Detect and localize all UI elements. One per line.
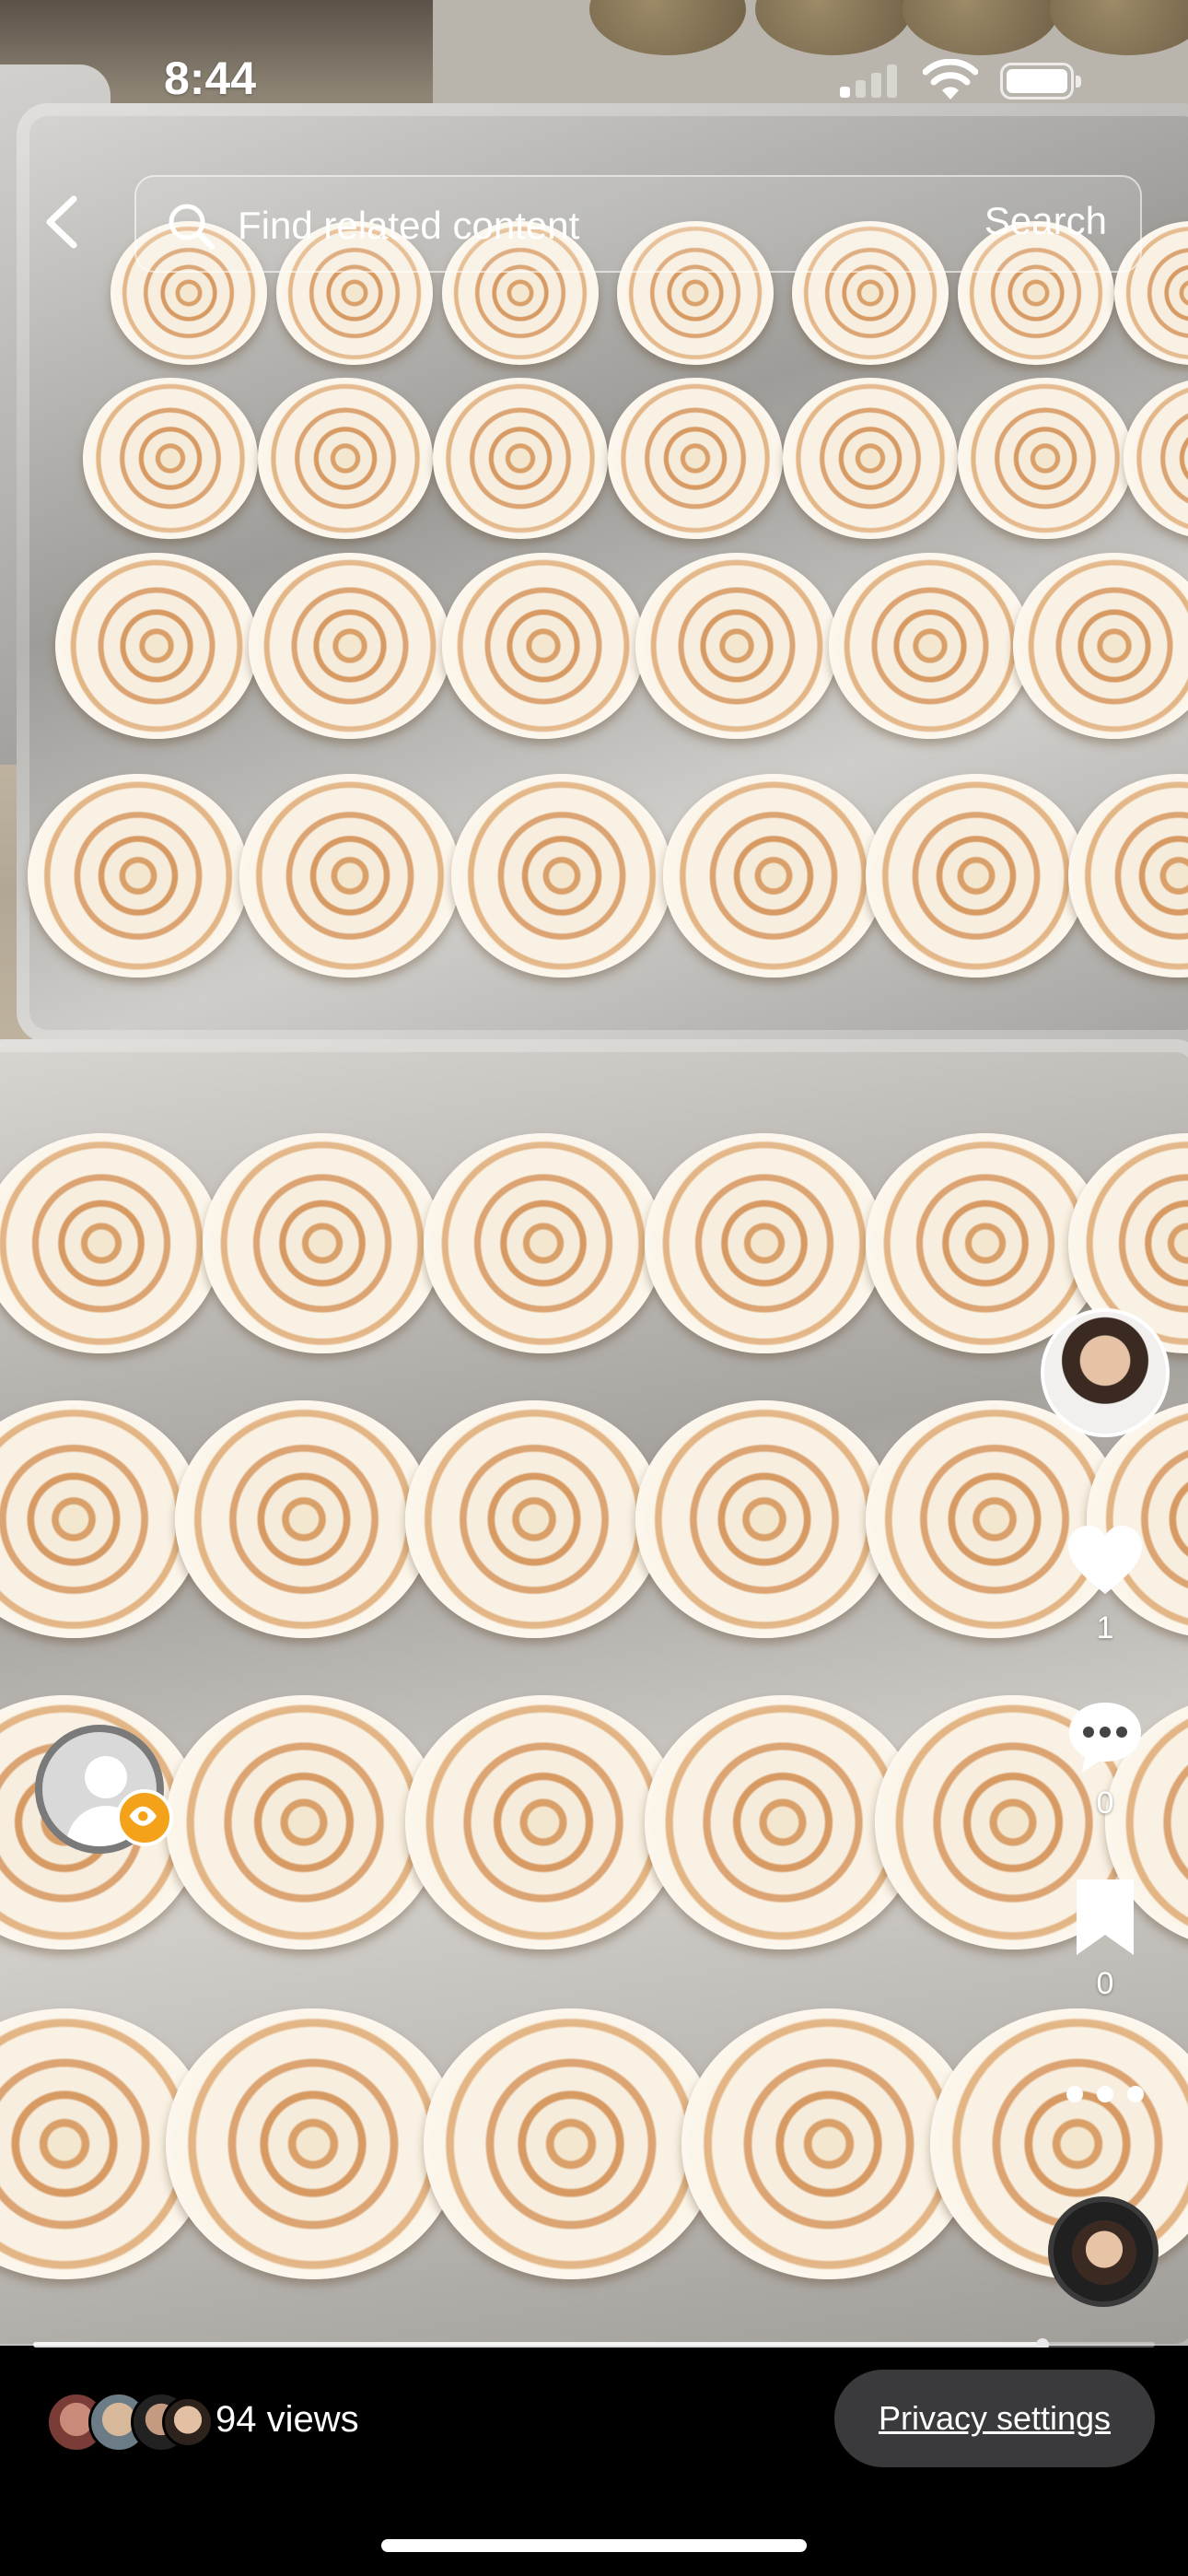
comment-count: 0: [1096, 1786, 1114, 1821]
views-count: 94 views: [215, 2399, 359, 2440]
cinnamon-roll: [175, 1400, 433, 1638]
creator-mini-avatar[interactable]: [1048, 2196, 1159, 2307]
heart-icon[interactable]: [1064, 1520, 1147, 1603]
save-count: 0: [1096, 1966, 1114, 2001]
battery-icon: [1000, 63, 1081, 100]
cinnamon-roll: [635, 553, 838, 739]
cinnamon-roll: [55, 553, 258, 739]
cinnamon-roll: [405, 1400, 663, 1638]
cinnamon-roll: [635, 1400, 893, 1638]
cinnamon-roll: [663, 774, 884, 978]
save-action[interactable]: 0: [1050, 1876, 1160, 2002]
cinnamon-roll: [405, 1695, 681, 1950]
like-action[interactable]: 1: [1050, 1520, 1160, 1646]
viewer-avatars[interactable]: [46, 2392, 214, 2456]
cinnamon-roll: [829, 553, 1031, 739]
eye-icon: [116, 1789, 173, 1846]
status-bar: 8:44: [0, 0, 1188, 138]
cinnamon-roll: [442, 553, 645, 739]
comment-action[interactable]: 0: [1050, 1695, 1160, 1821]
signal-icon: [840, 64, 899, 98]
cinnamon-roll: [433, 378, 608, 539]
cinnamon-roll: [83, 378, 258, 539]
status-time: 8:44: [164, 53, 257, 104]
privacy-settings-button[interactable]: Privacy settings: [834, 2370, 1155, 2467]
cinnamon-roll: [783, 378, 958, 539]
comment-icon[interactable]: [1064, 1695, 1147, 1778]
cinnamon-roll: [424, 1133, 663, 1353]
cinnamon-roll: [203, 1133, 442, 1353]
search-bar[interactable]: Search: [134, 175, 1142, 273]
video-player[interactable]: [0, 0, 1188, 2346]
search-icon: [169, 204, 215, 250]
cinnamon-roll: [608, 378, 783, 539]
cinnamon-roll: [258, 378, 433, 539]
creator-avatar[interactable]: [1041, 1308, 1170, 1437]
cinnamon-roll: [166, 2008, 460, 2279]
wifi-icon: [923, 59, 978, 100]
cinnamon-roll: [166, 1695, 442, 1950]
cinnamon-roll: [239, 774, 460, 978]
cinnamon-roll: [645, 1133, 884, 1353]
cinnamon-roll: [28, 774, 249, 978]
more-icon[interactable]: [1066, 2075, 1144, 2112]
search-button[interactable]: Search: [984, 199, 1107, 243]
cinnamon-roll: [249, 553, 451, 739]
search-input[interactable]: [238, 199, 938, 252]
back-chevron-icon[interactable]: [37, 190, 88, 254]
home-indicator: [381, 2539, 807, 2552]
cinnamon-roll: [424, 2008, 718, 2279]
cinnamon-roll: [958, 378, 1133, 539]
bookmark-icon[interactable]: [1064, 1876, 1147, 1959]
cinnamon-roll: [451, 774, 672, 978]
cinnamon-roll: [866, 774, 1087, 978]
like-count: 1: [1096, 1610, 1114, 1645]
bottom-bar: 94 views Privacy settings: [0, 2348, 1188, 2576]
